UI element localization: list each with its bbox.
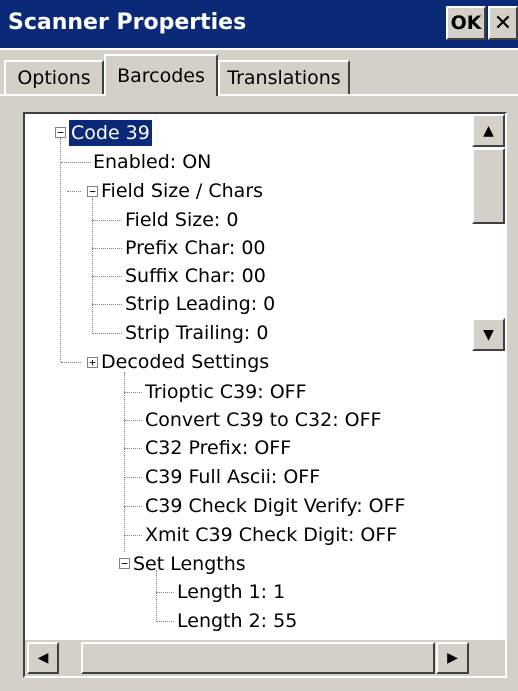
tree-node-xmit-check-digit[interactable]: Xmit C39 Check Digit: OFF [145, 522, 397, 548]
tree-node-c32-prefix[interactable]: C32 Prefix: OFF [145, 435, 291, 461]
tree-node-convert-c39-c32[interactable]: Convert C39 to C32: OFF [145, 407, 381, 433]
tree-node-field-size-group[interactable]: Field Size / Chars [101, 178, 263, 204]
tree-line [124, 535, 142, 536]
tree-line [124, 392, 142, 393]
tree-node-c39-check-verify[interactable]: C39 Check Digit Verify: OFF [145, 493, 405, 519]
tree-line [92, 220, 122, 221]
tree-node-enabled[interactable]: Enabled: ON [93, 149, 211, 175]
tab-divider [0, 94, 518, 96]
tree-line [124, 477, 142, 478]
tree-line [124, 448, 142, 449]
tab-strip: Options Barcodes Translations [0, 48, 518, 96]
tab-translations[interactable]: Translations [218, 60, 350, 94]
window-title: Scanner Properties [8, 10, 247, 35]
horizontal-scrollbar[interactable]: ◀ ▶ [25, 640, 472, 676]
tree-node-code39[interactable]: Code 39 [68, 119, 153, 147]
tree-node-suffix-char[interactable]: Suffix Char: 00 [125, 263, 266, 289]
tree-line [92, 198, 93, 334]
ok-button[interactable]: OK [446, 6, 486, 40]
tree-node-c39-full-ascii[interactable]: C39 Full Ascii: OFF [145, 464, 320, 490]
scroll-down-button[interactable]: ▼ [472, 318, 505, 351]
tree-line [61, 162, 91, 163]
tree-line [156, 592, 174, 593]
collapse-icon[interactable]: − [87, 186, 98, 197]
tree-node-decoded-settings[interactable]: Decoded Settings [101, 349, 269, 375]
title-bar: Scanner Properties OK ✕ [0, 0, 518, 50]
tree-content: − − + − Code 39 Enabled: ON Field Size /… [25, 114, 472, 640]
tree-line [124, 420, 142, 421]
tree-line [156, 621, 174, 622]
tree-node-trioptic[interactable]: Trioptic C39: OFF [145, 379, 307, 405]
tree-node-strip-leading[interactable]: Strip Leading: 0 [125, 291, 275, 317]
expand-icon[interactable]: + [87, 357, 98, 368]
tree-line [156, 570, 157, 622]
tree-node-prefix-char[interactable]: Prefix Char: 00 [125, 235, 266, 261]
tree-line [92, 276, 122, 277]
scroll-up-button[interactable]: ▲ [472, 114, 505, 147]
tree-line [92, 333, 122, 334]
tree-line [67, 191, 81, 192]
collapse-icon[interactable]: − [55, 127, 66, 138]
tree-line [124, 372, 125, 552]
horizontal-scroll-thumb[interactable] [81, 642, 435, 674]
tree-line [60, 138, 61, 362]
tree-node-length2[interactable]: Length 2: 55 [177, 608, 297, 634]
tab-options[interactable]: Options [4, 60, 104, 94]
scroll-right-button[interactable]: ▶ [436, 642, 469, 674]
tree-line [124, 506, 142, 507]
vertical-scroll-thumb[interactable] [472, 148, 505, 224]
tree-view[interactable]: − − + − Code 39 Enabled: ON Field Size /… [23, 112, 507, 678]
tree-node-set-lengths[interactable]: Set Lengths [133, 551, 246, 577]
vertical-scrollbar[interactable]: ▲ ▼ [472, 114, 505, 640]
tree-node-length1[interactable]: Length 1: 1 [177, 579, 285, 605]
tree-line [92, 248, 122, 249]
scrollbar-corner [472, 640, 505, 676]
collapse-icon[interactable]: − [119, 558, 130, 569]
tree-line [61, 362, 81, 363]
tree-line [92, 304, 122, 305]
tree-node-field-size[interactable]: Field Size: 0 [125, 207, 238, 233]
scroll-left-button[interactable]: ◀ [27, 642, 59, 674]
close-button[interactable]: ✕ [488, 6, 518, 40]
tab-barcodes[interactable]: Barcodes [104, 54, 218, 96]
tree-node-strip-trailing[interactable]: Strip Trailing: 0 [125, 320, 268, 346]
